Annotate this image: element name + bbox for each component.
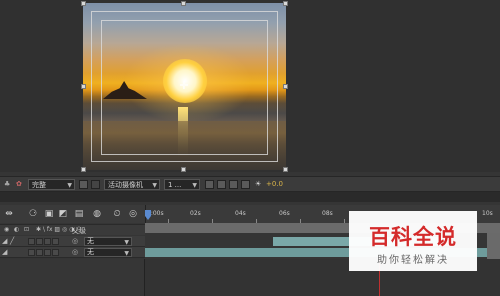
solo-icon[interactable]: ◐ bbox=[14, 226, 19, 233]
transform-handle-tr[interactable] bbox=[283, 1, 288, 6]
camera-select-value: 活动摄像机 bbox=[108, 181, 143, 189]
transform-handle-tc[interactable] bbox=[181, 1, 186, 6]
layer-switch-box[interactable] bbox=[36, 238, 43, 245]
after-effects-window: ✛ ♣ ✿ 完整 ▼ 活动摄像机 ▼ 1 ... ▼ ☀ +0.0 ⇹ ⚆ ▣ … bbox=[0, 0, 500, 296]
resolution-select-value: 完整 bbox=[32, 181, 46, 189]
eye-icon[interactable]: ◉ bbox=[4, 226, 9, 233]
timeline-toggle-icon[interactable] bbox=[229, 180, 238, 189]
transform-handle-br[interactable] bbox=[283, 167, 288, 172]
pixel-aspect-icon[interactable] bbox=[205, 180, 214, 189]
layer-switch-box[interactable] bbox=[52, 238, 59, 245]
parent-select[interactable]: 无 ▼ bbox=[84, 248, 132, 257]
view-layout-select-value: 1 ... bbox=[168, 181, 182, 189]
layer-switch-box[interactable] bbox=[28, 249, 35, 256]
ruler-label: 02s bbox=[190, 210, 201, 217]
lock-icon[interactable]: ⊡ bbox=[24, 226, 29, 233]
flowchart-icon[interactable] bbox=[241, 180, 250, 189]
chevron-down-icon: ▼ bbox=[124, 239, 129, 246]
draft-3d-icon[interactable]: ▣ bbox=[44, 209, 54, 219]
ruler-label: 06s bbox=[279, 210, 290, 217]
search-icon[interactable]: ⇹ bbox=[4, 209, 14, 219]
chevron-down-icon: ▼ bbox=[124, 250, 129, 257]
parent-select[interactable]: 无 ▼ bbox=[84, 237, 132, 246]
region-of-interest-icon[interactable] bbox=[79, 180, 88, 189]
pick-whip-icon[interactable]: ◎ bbox=[72, 248, 78, 256]
layer-row[interactable]: ◢ ╱ ◎ 无 ▼ bbox=[0, 236, 145, 247]
chevron-down-icon: ▼ bbox=[152, 182, 157, 189]
chevron-down-icon: ▼ bbox=[67, 182, 72, 189]
transparency-grid-icon[interactable] bbox=[91, 180, 100, 189]
watermark-title: 百科全说 bbox=[369, 225, 457, 249]
comp-mini-flowchart-icon[interactable]: ⚆ bbox=[28, 209, 38, 219]
exposure-value[interactable]: +0.0 bbox=[266, 179, 283, 190]
pick-whip-icon[interactable]: ◎ bbox=[72, 237, 78, 245]
panel-divider bbox=[0, 192, 500, 202]
fast-preview-icon[interactable] bbox=[217, 180, 226, 189]
viewer-toolbar: ♣ ✿ 完整 ▼ 活动摄像机 ▼ 1 ... ▼ ☀ +0.0 bbox=[0, 176, 500, 192]
anchor-point-icon[interactable]: ✛ bbox=[178, 80, 190, 92]
layer-switch-box[interactable] bbox=[44, 238, 51, 245]
timeline-toolbar: ⇹ ⚆ ▣ ◩ ▤ ◍ ⏲ ◎ bbox=[0, 205, 145, 223]
ruler-label: 10s bbox=[482, 210, 493, 217]
color-channel-icon[interactable]: ✿ bbox=[16, 179, 22, 190]
motion-blur-icon[interactable]: ◍ bbox=[92, 209, 102, 219]
layer-row[interactable]: ◢ ◎ 无 ▼ bbox=[0, 247, 145, 258]
layer-switch-icon[interactable]: ◢ bbox=[2, 237, 7, 245]
layer-column-header: ◉ ◐ ⊡ ✱ \ fx ▨ ◎ ◑ ⬡ 父级 bbox=[0, 224, 145, 235]
transform-handle-bl[interactable] bbox=[81, 167, 86, 172]
exposure-icon[interactable]: ☀ bbox=[255, 179, 261, 190]
layer-switch-box[interactable] bbox=[36, 249, 43, 256]
composition-viewer: ✛ bbox=[0, 0, 500, 172]
layer-edit-icon[interactable]: ╱ bbox=[10, 237, 14, 245]
ruler-label: 08s bbox=[322, 210, 333, 217]
parent-select-value: 无 bbox=[87, 237, 94, 245]
shy-layers-icon[interactable]: ◩ bbox=[58, 209, 68, 219]
parent-column-label: 父级 bbox=[72, 227, 86, 235]
graph-editor-icon[interactable]: ⏲ bbox=[112, 209, 122, 219]
resolution-select[interactable]: 完整 ▼ bbox=[28, 179, 75, 190]
keyframe-icon[interactable]: ◎ bbox=[128, 209, 138, 219]
camera-select[interactable]: 活动摄像机 ▼ bbox=[104, 179, 160, 190]
layer-switch-box[interactable] bbox=[44, 249, 51, 256]
transform-handle-tl[interactable] bbox=[81, 1, 86, 6]
timeline-scrollbar[interactable] bbox=[487, 233, 500, 259]
frame-blending-icon[interactable]: ▤ bbox=[74, 209, 84, 219]
layer-switch-box[interactable] bbox=[28, 238, 35, 245]
layer-list-empty-area bbox=[0, 259, 145, 296]
transform-handle-ml[interactable] bbox=[81, 84, 86, 89]
ruler-label: 04s bbox=[235, 210, 246, 217]
layer-switch-icon[interactable]: ◢ bbox=[2, 248, 7, 256]
transform-handle-bc[interactable] bbox=[181, 167, 186, 172]
snapshot-icon[interactable]: ♣ bbox=[4, 179, 10, 190]
layer-switch-box[interactable] bbox=[52, 249, 59, 256]
parent-select-value: 无 bbox=[87, 248, 94, 256]
watermark-subtitle: 助你轻松解决 bbox=[377, 255, 449, 266]
chevron-down-icon: ▼ bbox=[192, 182, 197, 189]
watermark: 百科全说 助你轻松解决 bbox=[349, 211, 477, 271]
view-layout-select[interactable]: 1 ... ▼ bbox=[164, 179, 200, 190]
transform-handle-mr[interactable] bbox=[283, 84, 288, 89]
